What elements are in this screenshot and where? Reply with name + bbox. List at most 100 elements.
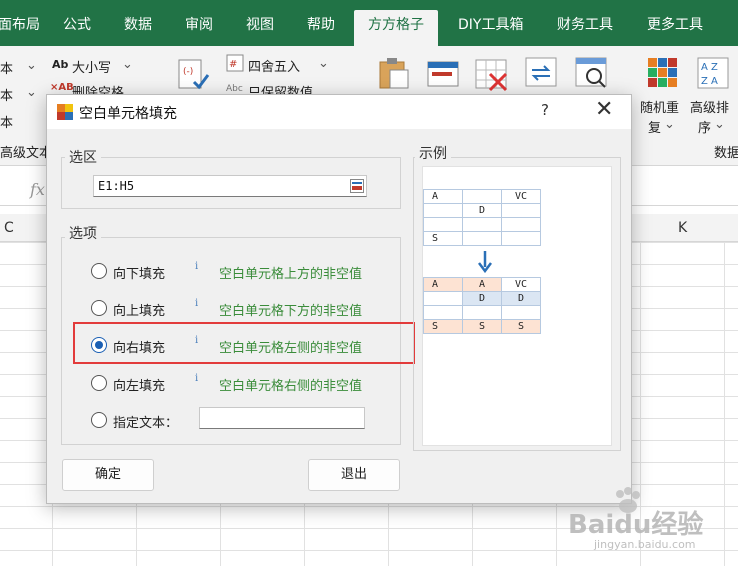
clipboard-icon[interactable]	[376, 56, 410, 90]
random-button-line1[interactable]: 随机重	[640, 97, 679, 116]
example-before-table: A VC D S	[423, 189, 541, 246]
fill-up-option[interactable]: 向上填充 i 空白单元格下方的非空值	[91, 298, 391, 320]
example-cell: S	[423, 231, 463, 246]
random-button-line2[interactable]: 复	[648, 117, 661, 136]
example-cell: A	[423, 189, 463, 204]
column-c-header[interactable]: C	[4, 220, 14, 236]
chevron-down-icon[interactable]: ⌄	[664, 117, 675, 132]
example-cell	[462, 305, 502, 320]
dialog-title: 空白单元格填充	[79, 106, 177, 122]
watermark-url: jingyan.baidu.com	[594, 538, 696, 551]
svg-text:#: #	[229, 59, 237, 70]
options-group-label: 选项	[65, 223, 101, 243]
fill-left-description: 空白单元格右侧的非空值	[219, 379, 363, 394]
fill-down-option[interactable]: 向下填充 i 空白单元格上方的非空值	[91, 261, 391, 283]
search-table-icon[interactable]	[574, 56, 608, 90]
range-picker-icon[interactable]	[350, 179, 364, 193]
round-icon: #	[226, 54, 244, 72]
round-button[interactable]: 四舍五入	[248, 56, 300, 75]
dialog-title-bar[interactable]: 空白单元格填充 ? ✕	[47, 95, 631, 129]
tab-fangfanggezi[interactable]: 方方格子	[354, 10, 438, 46]
abc-icon: Abc	[226, 84, 243, 94]
column-k-header[interactable]: K	[678, 220, 687, 236]
selection-range-input[interactable]: E1:H5	[93, 175, 367, 197]
fill-down-radio[interactable]	[91, 263, 107, 279]
tab-more-tools[interactable]: 更多工具	[647, 10, 703, 40]
example-cell: S	[423, 319, 463, 334]
example-cell	[501, 203, 541, 218]
example-cell	[462, 189, 502, 204]
example-cell: D	[501, 291, 541, 306]
selection-group-label: 选区	[65, 147, 101, 167]
example-cell: VC	[501, 277, 541, 292]
sort-button-line1[interactable]: 高级排	[690, 97, 729, 116]
info-icon: i	[195, 373, 199, 384]
baidu-watermark: Baidu经验 jingyan.baidu.com	[564, 486, 734, 558]
ribbon-tab-bar: 面布局 公式 数据 审阅 视图 帮助 方方格子 DIY工具箱 财务工具 更多工具	[0, 0, 738, 46]
example-cell	[423, 291, 463, 306]
example-cell: S	[462, 319, 502, 334]
example-cell: D	[462, 291, 502, 306]
random-icon[interactable]	[646, 56, 680, 90]
example-after-table: A A VC D D S S S	[423, 277, 541, 334]
fill-check-icon[interactable]: (-)	[176, 58, 210, 92]
fill-down-description: 空白单元格上方的非空值	[219, 267, 363, 282]
tab-diy-toolbox[interactable]: DIY工具箱	[458, 10, 523, 40]
tab-view[interactable]: 视图	[246, 10, 274, 40]
help-icon[interactable]: ?	[541, 101, 549, 119]
tab-review[interactable]: 审阅	[185, 10, 213, 40]
ok-button[interactable]: 确定	[62, 459, 154, 491]
svg-text:Z A: Z A	[701, 76, 718, 87]
tab-formulas[interactable]: 公式	[63, 10, 91, 40]
chevron-down-icon[interactable]: ⌄	[26, 58, 37, 73]
ribbon-left-item-2[interactable]: 本	[0, 85, 13, 104]
fill-down-label[interactable]: 向下填充	[113, 263, 165, 282]
fill-up-label[interactable]: 向上填充	[113, 300, 165, 319]
ribbon-group-label-data: 数据	[714, 146, 738, 161]
custom-text-option[interactable]: 指定文本：	[91, 410, 191, 432]
ribbon-left-item-1[interactable]: 本	[0, 58, 13, 77]
swap-icon[interactable]	[524, 56, 558, 90]
fill-left-radio[interactable]	[91, 375, 107, 391]
example-cell	[423, 305, 463, 320]
example-cell	[423, 217, 463, 232]
chevron-down-icon[interactable]: ⌄	[318, 56, 329, 71]
example-cell: A	[423, 277, 463, 292]
chevron-down-icon[interactable]: ⌄	[714, 117, 725, 132]
close-icon[interactable]: ✕	[595, 97, 613, 122]
fx-icon[interactable]: fx	[30, 180, 45, 199]
case-button[interactable]: 大小写	[72, 57, 111, 76]
ribbon-left-item-3[interactable]: 本	[0, 112, 13, 131]
blank-cell-fill-dialog: 空白单元格填充 ? ✕ 选区 E1:H5 选项 向下填充 i 空白单元格上方的非…	[46, 94, 632, 504]
tab-finance-tools[interactable]: 财务工具	[557, 10, 613, 40]
example-cell	[462, 217, 502, 232]
example-cell: A	[462, 277, 502, 292]
tab-help[interactable]: 帮助	[307, 10, 335, 40]
example-cell	[501, 217, 541, 232]
arrow-down-icon	[478, 251, 492, 273]
fill-up-radio[interactable]	[91, 300, 107, 316]
example-cell	[423, 203, 463, 218]
fill-left-option[interactable]: 向左填充 i 空白单元格右侧的非空值	[91, 373, 391, 395]
custom-text-input[interactable]	[199, 407, 365, 429]
highlight-box	[73, 322, 415, 364]
fill-up-description: 空白单元格下方的非空值	[219, 304, 363, 319]
example-cell: D	[462, 203, 502, 218]
delete-space-icon: ×AB	[50, 82, 74, 93]
sort-az-icon[interactable]: A Z Z A	[696, 56, 730, 90]
delete-table-icon[interactable]	[474, 58, 508, 92]
tab-data[interactable]: 数据	[124, 10, 152, 40]
selection-range-value: E1:H5	[98, 179, 135, 193]
case-icon: Ab	[52, 58, 69, 71]
example-cell	[501, 305, 541, 320]
format-list-icon[interactable]	[426, 58, 460, 92]
chevron-down-icon[interactable]: ⌄	[26, 85, 37, 100]
custom-text-label[interactable]: 指定文本：	[113, 412, 178, 431]
custom-text-radio[interactable]	[91, 412, 107, 428]
svg-text:(-): (-)	[183, 67, 193, 77]
fill-left-label[interactable]: 向左填充	[113, 375, 165, 394]
tab-page-layout[interactable]: 面布局	[0, 10, 40, 40]
sort-button-line2[interactable]: 序	[698, 117, 711, 136]
chevron-down-icon[interactable]: ⌄	[122, 57, 133, 72]
exit-button[interactable]: 退出	[308, 459, 400, 491]
